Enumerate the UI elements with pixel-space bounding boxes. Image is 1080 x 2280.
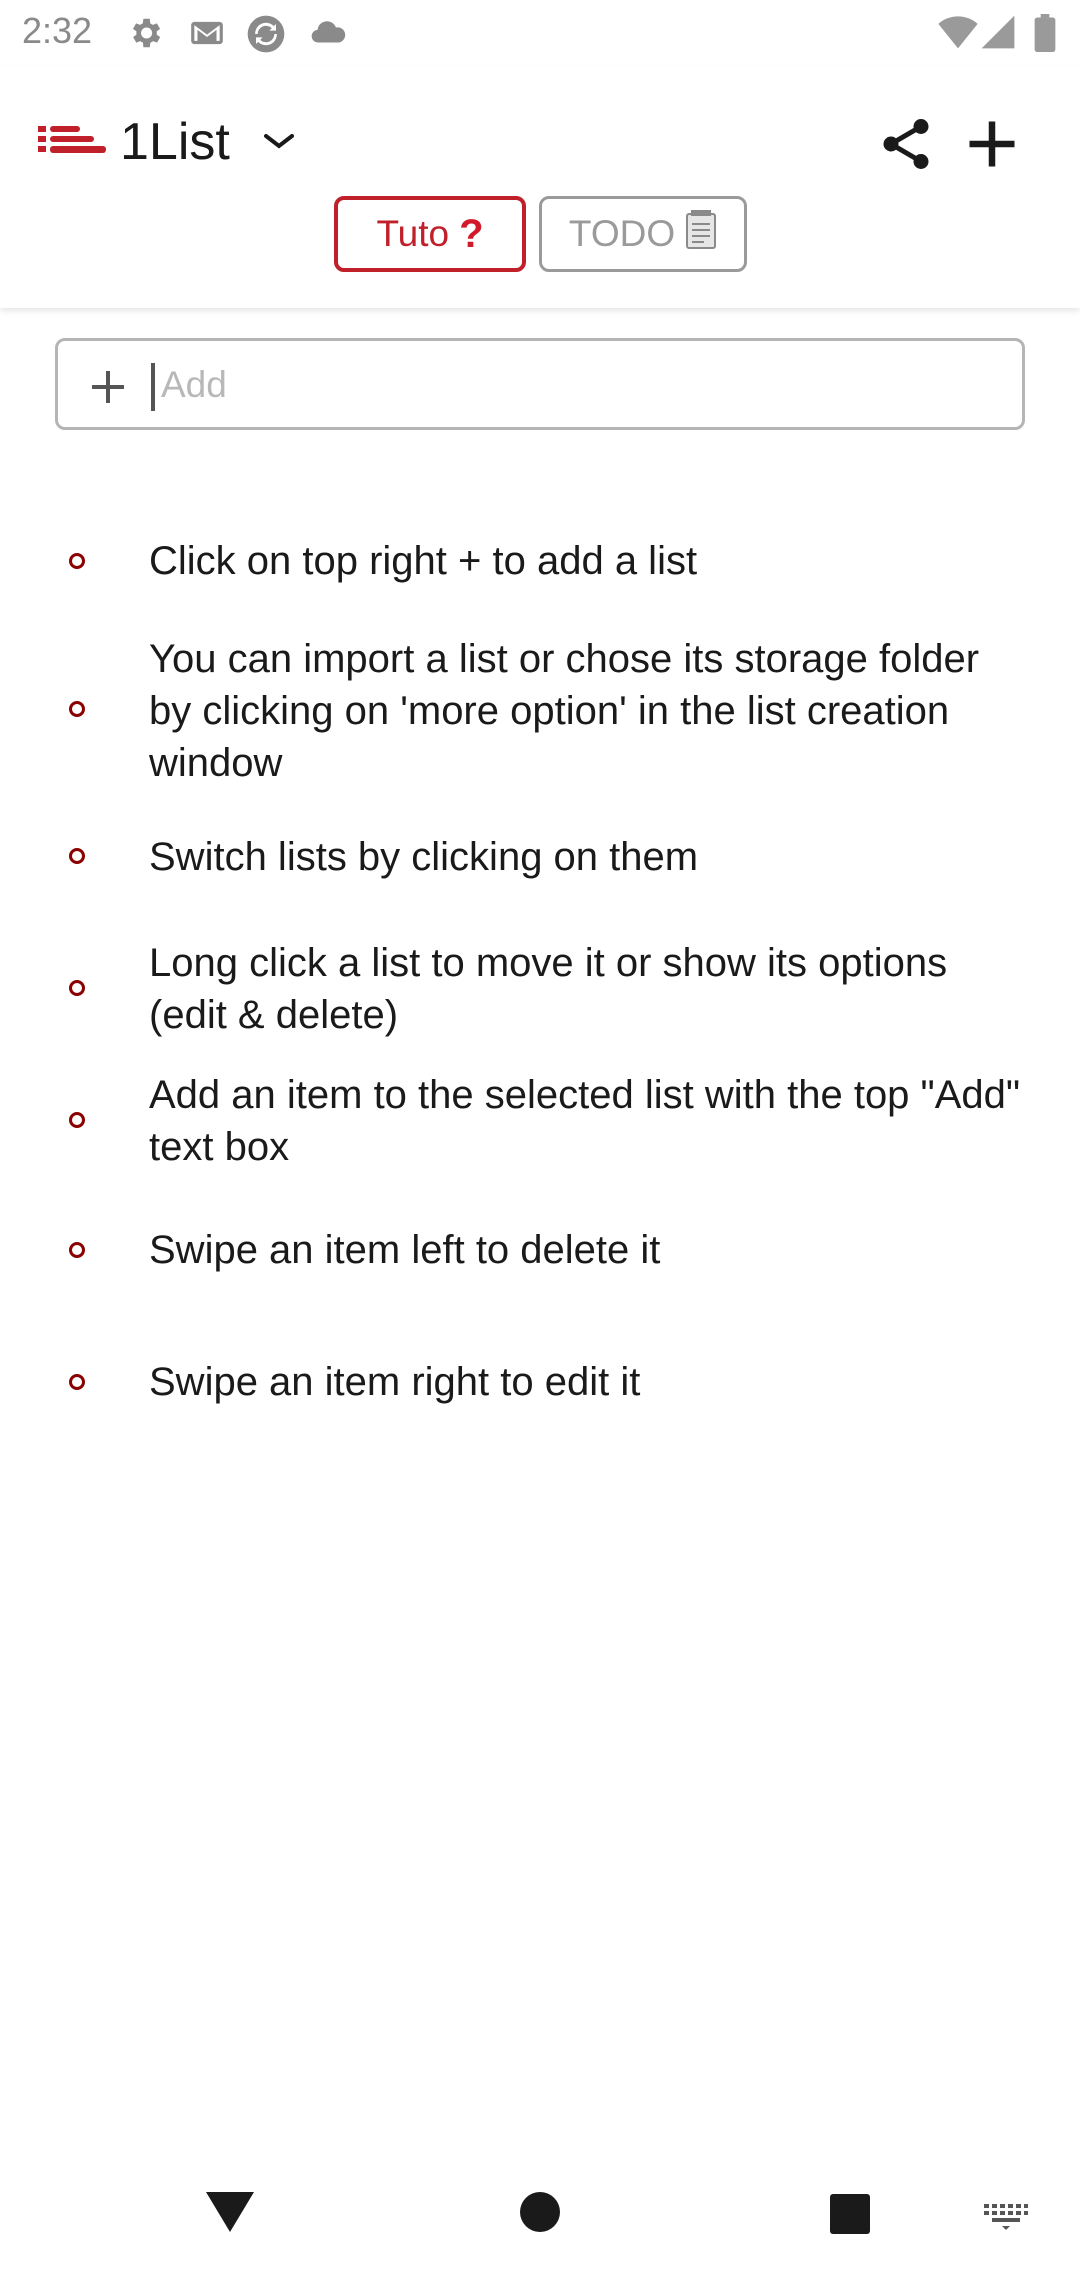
- list-item[interactable]: Add an item to the selected list with th…: [0, 1066, 1080, 1176]
- list-item-text: Swipe an item right to edit it: [149, 1360, 641, 1404]
- tab-todo[interactable]: TODO: [539, 196, 747, 272]
- gmail-icon: [188, 14, 226, 57]
- settings-icon: [126, 14, 164, 57]
- list-logo-icon[interactable]: [38, 122, 108, 167]
- list-item[interactable]: Long click a list to move it or show its…: [0, 935, 1080, 1045]
- list-item[interactable]: Switch lists by clicking on them: [0, 826, 1080, 888]
- status-time: 2:32: [22, 10, 93, 51]
- tab-tuto[interactable]: Tuto ?: [334, 196, 526, 272]
- status-bar: 2:32: [0, 0, 1080, 66]
- add-list-button[interactable]: [962, 114, 1022, 174]
- bullet-icon: [69, 1112, 85, 1128]
- share-icon[interactable]: [876, 114, 936, 174]
- notepad-icon: [685, 209, 717, 259]
- list-item-text: You can import a list or chose its stora…: [149, 637, 980, 785]
- bullet-icon: [69, 553, 85, 569]
- list-item[interactable]: Swipe an item right to edit it: [0, 1354, 1080, 1416]
- list-item[interactable]: You can import a list or chose its stora…: [0, 630, 1080, 788]
- bullet-icon: [69, 848, 85, 864]
- chevron-down-icon[interactable]: [262, 130, 296, 159]
- list-item-text: Click on top right + to add a list: [149, 539, 698, 583]
- add-input[interactable]: [155, 357, 1001, 413]
- recents-square-icon[interactable]: [828, 2192, 872, 2241]
- battery-icon: [1034, 14, 1056, 57]
- plus-icon: [969, 121, 1015, 167]
- bullet-icon: [69, 1242, 85, 1258]
- home-circle-icon[interactable]: [518, 2190, 562, 2239]
- list-item-text: Long click a list to move it or show its…: [149, 941, 948, 1037]
- keyboard-icon[interactable]: [984, 2204, 1028, 2235]
- list-item[interactable]: Click on top right + to add a list: [0, 530, 1080, 592]
- list-item-text: Add an item to the selected list with th…: [149, 1073, 1021, 1169]
- app-toolbar: 1List Tuto ? TODO: [0, 66, 1080, 308]
- plus-icon[interactable]: [84, 363, 132, 416]
- wifi-icon: [938, 14, 978, 55]
- bullet-icon: [69, 701, 85, 717]
- list-item-text: Switch lists by clicking on them: [149, 835, 699, 879]
- cloud-icon: [308, 14, 348, 57]
- bullet-icon: [69, 1374, 85, 1390]
- list-item[interactable]: Swipe an item left to delete it: [0, 1222, 1080, 1284]
- bullet-icon: [69, 980, 85, 996]
- back-triangle-icon[interactable]: [204, 2190, 256, 2239]
- tab-todo-label: TODO: [568, 213, 676, 254]
- add-item-field[interactable]: [55, 338, 1025, 430]
- sync-icon: [246, 14, 286, 59]
- list-item-text: Swipe an item left to delete it: [149, 1228, 661, 1272]
- question-mark-icon: ?: [459, 211, 484, 256]
- tab-tuto-label: Tuto: [376, 213, 450, 254]
- system-nav-bar: [0, 2160, 1080, 2280]
- signal-icon: [978, 14, 1018, 55]
- list-title[interactable]: 1List: [120, 112, 230, 172]
